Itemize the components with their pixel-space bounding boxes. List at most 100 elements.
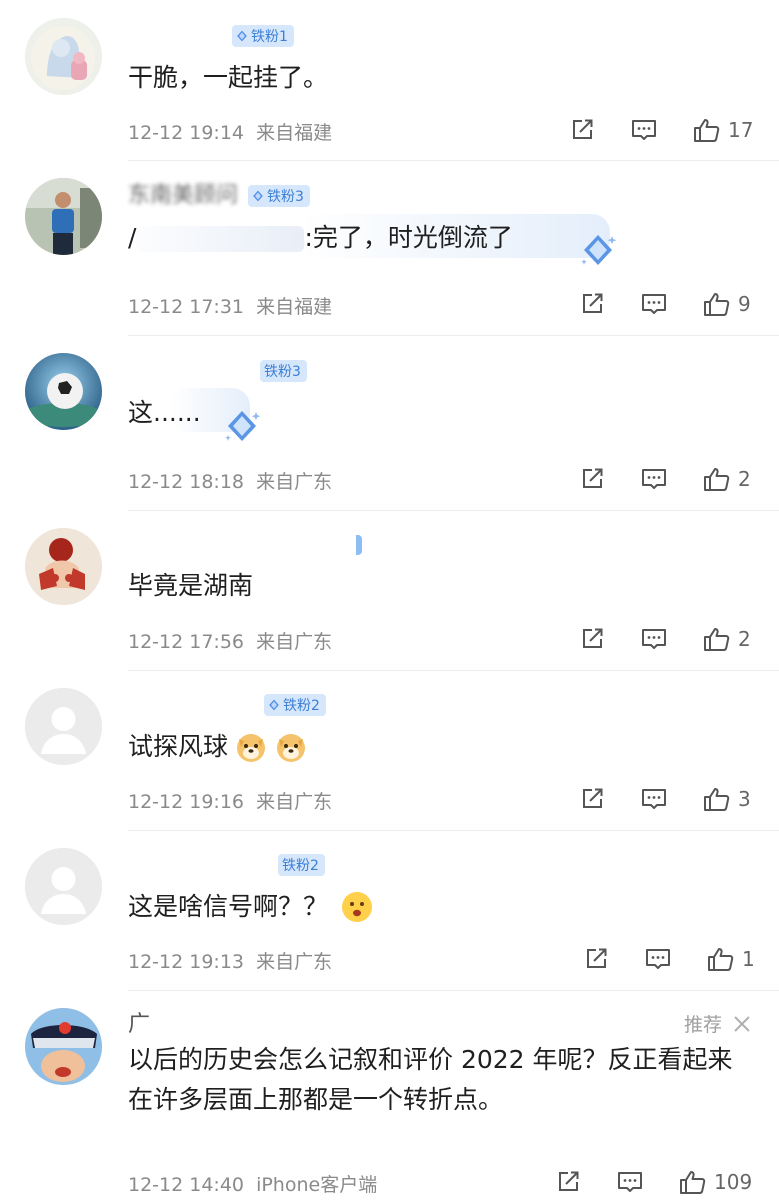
like-count: 109 [714, 1170, 753, 1194]
comment-time: 12-12 14:40 [128, 1174, 245, 1196]
thumbs-up-icon [706, 945, 734, 973]
comment-location: 来自广东 [256, 471, 333, 493]
comment-actions: 1 [582, 942, 755, 976]
diamond-gem-icon [236, 30, 248, 42]
share-icon [578, 465, 606, 493]
share-button[interactable] [578, 785, 606, 813]
share-icon [568, 116, 596, 144]
share-button[interactable] [582, 945, 610, 973]
reply-button[interactable] [640, 465, 668, 493]
share-button[interactable] [554, 1168, 582, 1196]
diamond-gem-icon [578, 230, 618, 270]
comment-location: 来自广东 [256, 631, 333, 653]
comment-author-row: 东南美顾问 铁粉3 [128, 181, 310, 211]
comment-meta: 12-12 19:16 来自广东 [128, 787, 332, 814]
frown-emoji-icon [340, 890, 374, 924]
comment-meta: 12-12 19:13 来自广东 [128, 947, 332, 974]
like-button[interactable]: 17 [692, 116, 753, 144]
like-count: 3 [738, 787, 751, 811]
avatar[interactable] [25, 528, 102, 605]
comment-location: 来自福建 [256, 122, 333, 144]
recommend-tag: 推荐 [684, 1010, 752, 1037]
like-count: 9 [738, 292, 751, 316]
like-count: 2 [738, 627, 751, 651]
share-icon [582, 945, 610, 973]
comment-actions: 9 [578, 287, 751, 321]
reply-button[interactable] [630, 116, 658, 144]
comment-icon [616, 1168, 644, 1196]
like-button[interactable]: 9 [702, 290, 751, 318]
share-button[interactable] [578, 625, 606, 653]
thumbs-up-icon [692, 116, 720, 144]
comment-time: 12-12 19:13 [128, 951, 245, 973]
redacted-mention [136, 226, 305, 252]
comment-actions: 3 [578, 782, 751, 816]
comment-icon [640, 465, 668, 493]
reply-button[interactable] [616, 1168, 644, 1196]
share-icon [578, 290, 606, 318]
comment-author-row: 铁粉1 [128, 21, 294, 51]
reply-button[interactable] [644, 945, 672, 973]
avatar[interactable] [25, 848, 102, 925]
doge-emoji-icon [234, 730, 268, 764]
like-button[interactable]: 2 [702, 625, 751, 653]
reply-button[interactable] [640, 625, 668, 653]
comment-actions: 109 [554, 1165, 752, 1199]
share-button[interactable] [578, 465, 606, 493]
comment-icon [640, 625, 668, 653]
avatar[interactable] [25, 353, 102, 430]
like-button[interactable]: 1 [706, 945, 755, 973]
comment-location: 来自广东 [256, 951, 333, 973]
comment-author-row: 铁粉2 [128, 690, 326, 720]
default-avatar-icon [25, 848, 102, 925]
comment-text: 试探风球 [128, 726, 308, 768]
avatar[interactable] [25, 18, 102, 95]
comment-actions: 2 [578, 462, 751, 496]
comment-time: 12-12 17:56 [128, 631, 245, 653]
comment-author-row: 铁粉3 [128, 356, 307, 386]
thumbs-up-icon [702, 625, 730, 653]
comment-author-row: 铁粉2 [128, 850, 325, 880]
comment-time: 12-12 17:31 [128, 296, 245, 318]
avatar[interactable] [25, 688, 102, 765]
comment-author-row [128, 530, 362, 560]
comment-text: 这是啥信号啊？？ [128, 886, 374, 928]
fan-badge: 铁粉1 [232, 25, 294, 47]
comment-text: 毕竟是湖南 [128, 571, 254, 600]
reply-button[interactable] [640, 785, 668, 813]
fan-badge: 铁粉2 [278, 854, 325, 876]
diamond-gem-icon [252, 190, 264, 202]
share-icon [578, 625, 606, 653]
comment-time: 12-12 18:18 [128, 471, 245, 493]
comment-text: /:完了，时光倒流了 [128, 223, 513, 252]
like-button[interactable]: 3 [702, 785, 751, 813]
share-icon [554, 1168, 582, 1196]
badge-edge [356, 535, 362, 555]
like-button[interactable]: 2 [702, 465, 751, 493]
comment-actions: 17 [568, 113, 753, 147]
divider [128, 335, 779, 336]
commenter-name[interactable]: 东南美顾问 [128, 185, 238, 207]
close-icon[interactable] [732, 1014, 752, 1034]
comment-meta: 12-12 18:18 来自广东 [128, 467, 332, 494]
divider [128, 160, 779, 161]
diamond-gem-icon [268, 699, 280, 711]
share-button[interactable] [568, 116, 596, 144]
divider [128, 670, 779, 671]
like-button[interactable]: 109 [678, 1168, 752, 1196]
comment-time: 12-12 19:16 [128, 791, 245, 813]
default-avatar-icon [25, 688, 102, 765]
comment-meta: 12-12 17:56 来自广东 [128, 627, 332, 654]
reply-button[interactable] [640, 290, 668, 318]
comment-time: 12-12 19:14 [128, 122, 245, 144]
divider [128, 830, 779, 831]
avatar[interactable] [25, 1008, 102, 1085]
divider [128, 990, 779, 991]
commenter-name[interactable]: 广 [128, 1014, 150, 1036]
divider [128, 510, 779, 511]
share-button[interactable] [578, 290, 606, 318]
fan-badge: 铁粉3 [260, 360, 307, 382]
avatar[interactable] [25, 178, 102, 255]
like-count: 17 [728, 118, 754, 142]
comment-location: iPhone客户端 [256, 1174, 378, 1196]
